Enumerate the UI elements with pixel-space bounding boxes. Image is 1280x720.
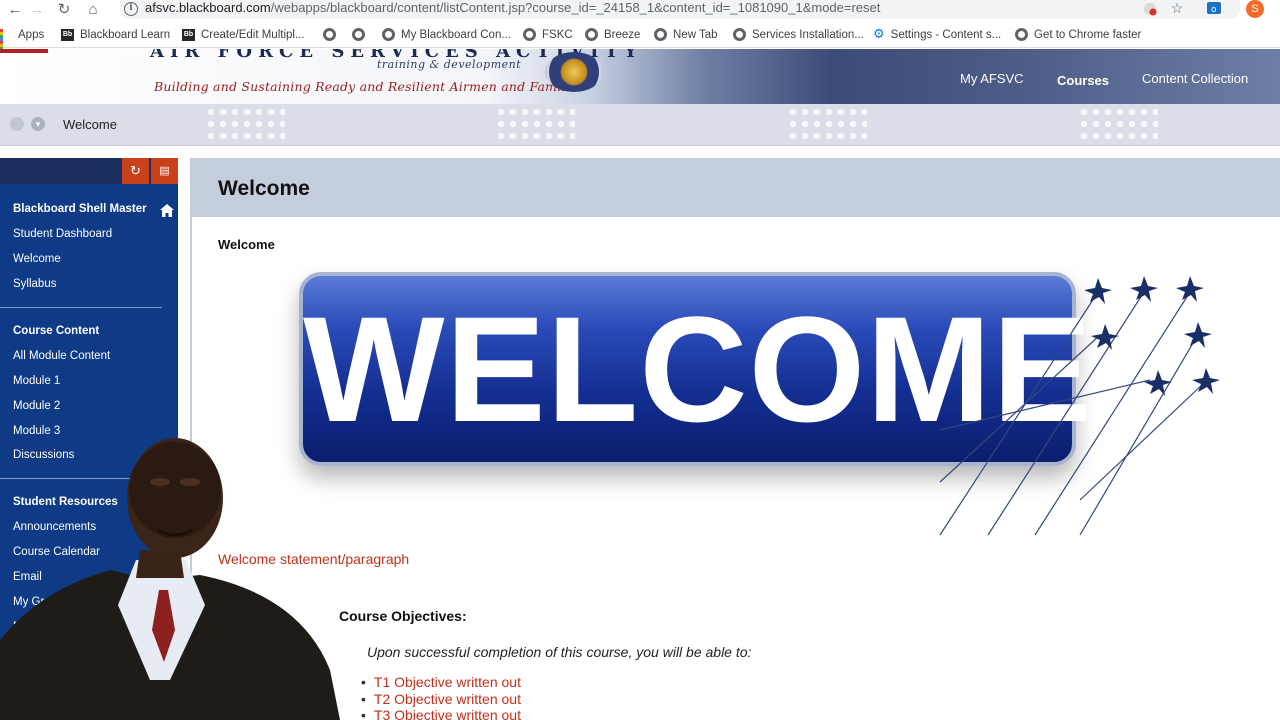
bookmark-create-edit[interactable]: Bb Create/Edit Multipl... — [182, 27, 305, 43]
menu-divider — [0, 307, 162, 308]
presenter-video-overlay — [0, 438, 340, 720]
menu-module-1[interactable]: Module 1 — [13, 375, 60, 387]
bookmark-star-icon[interactable]: ☆ — [1168, 0, 1186, 17]
bookmark-settings-content[interactable]: ⚙ Settings - Content s... — [873, 27, 1001, 43]
globe-icon — [654, 28, 667, 41]
bookmark-unnamed-2[interactable] — [352, 27, 371, 43]
address-row: ← → ↻ ⌂ i afsvc.blackboard.com/webapps/b… — [0, 0, 1280, 22]
site-banner: AIR FORCE SERVICES ACTIVITY training & d… — [0, 49, 1280, 104]
extension-icon[interactable] — [1142, 1, 1158, 17]
decorative-dots — [787, 106, 867, 142]
page-title: Welcome — [218, 177, 310, 200]
svg-text:o: o — [1211, 5, 1217, 15]
blackboard-icon: Bb — [61, 29, 74, 41]
objective-item: • T1 Objective written out — [361, 674, 521, 690]
apps-icon — [0, 29, 12, 56]
bookmarks-bar: Apps Bb Blackboard Learn Bb Create/Edit Mu… — [0, 22, 1280, 56]
page-header: Welcome — [192, 160, 1280, 217]
home-icon[interactable]: ⌂ — [84, 1, 102, 19]
address-bar[interactable]: i afsvc.blackboard.com/webapps/blackboar… — [120, 0, 1240, 19]
decorative-dots — [495, 106, 575, 142]
globe-icon — [1015, 28, 1028, 41]
fighter-jets-graphic — [939, 276, 1220, 536]
globe-icon — [733, 28, 746, 41]
bullet: • — [361, 674, 366, 690]
breadcrumb-current: Welcome — [63, 117, 117, 132]
bullet: • — [361, 691, 366, 707]
home-icon[interactable] — [160, 204, 174, 217]
course-menu-toolbar: ↻ ▤ — [0, 158, 178, 184]
banner-motto: Building and Sustaining Ready and Resili… — [154, 79, 585, 94]
bullet: • — [361, 707, 366, 720]
folder-view-icon[interactable]: ▤ — [151, 158, 178, 184]
back-arrow-icon[interactable]: ← — [6, 1, 24, 19]
gear-icon: ⚙ — [873, 26, 885, 41]
objectives-intro: Upon successful completion of this cours… — [367, 644, 752, 660]
chevron-down-icon[interactable]: ▾ — [31, 117, 45, 131]
reload-icon[interactable]: ↻ — [55, 1, 73, 19]
globe-icon — [352, 28, 365, 41]
menu-welcome[interactable]: Welcome — [13, 253, 61, 265]
bookmark-breeze[interactable]: Breeze — [585, 27, 640, 43]
nav-my-afsvc[interactable]: My AFSVC — [960, 71, 1024, 86]
bookmark-my-blackboard[interactable]: My Blackboard Con... — [382, 27, 511, 43]
bookmark-unnamed-1[interactable] — [323, 27, 342, 43]
decorative-dots — [205, 106, 285, 142]
menu-student-dashboard[interactable]: Student Dashboard — [13, 228, 112, 240]
bookmark-services-installation[interactable]: Services Installation... — [733, 27, 864, 43]
refresh-icon[interactable]: ↻ — [122, 158, 149, 184]
menu-all-module-content[interactable]: All Module Content — [13, 350, 110, 362]
blackboard-icon: Bb — [182, 29, 195, 41]
banner-subtitle: training & development — [377, 58, 522, 71]
banner-red-edge — [0, 49, 48, 53]
objectives-title: Course Objectives: — [339, 608, 467, 624]
globe-icon — [523, 28, 536, 41]
url-host: afsvc.blackboard.com — [145, 0, 271, 15]
globe-icon — [585, 28, 598, 41]
url-path: /webapps/blackboard/content/listContent.… — [270, 0, 881, 15]
menu-syllabus[interactable]: Syllabus — [13, 278, 56, 290]
site-info-icon[interactable]: i — [124, 2, 138, 16]
menu-toggle-icon[interactable] — [10, 117, 24, 131]
menu-module-2[interactable]: Module 2 — [13, 400, 60, 412]
profile-avatar[interactable]: S — [1246, 0, 1264, 18]
menu-header-course-content[interactable]: Course Content — [13, 325, 99, 337]
bookmark-fskc[interactable]: FSKC — [523, 27, 573, 43]
outlook-icon[interactable]: o — [1206, 0, 1222, 16]
bookmark-blackboard-learn[interactable]: Bb Blackboard Learn — [61, 27, 170, 43]
afsva-seal-logo — [545, 52, 603, 92]
objective-item: • T2 Objective written out — [361, 691, 521, 707]
decorative-dots — [1078, 106, 1158, 142]
bookmark-apps[interactable]: Apps — [0, 27, 44, 56]
forward-arrow-icon[interactable]: → — [28, 1, 46, 19]
breadcrumb-bar: ▾ Welcome — [0, 104, 1280, 146]
bookmark-chrome-faster[interactable]: Get to Chrome faster — [1015, 27, 1141, 43]
globe-icon — [323, 28, 336, 41]
course-title-link[interactable]: Blackboard Shell Master — [13, 203, 147, 215]
content-item-title: Welcome — [218, 237, 275, 252]
objective-item: • T3 Objective written out — [361, 707, 521, 720]
nav-courses[interactable]: Courses — [1057, 73, 1109, 88]
globe-icon — [382, 28, 395, 41]
url-text[interactable]: afsvc.blackboard.com/webapps/blackboard/… — [145, 0, 880, 16]
nav-content-collection[interactable]: Content Collection — [1142, 71, 1248, 86]
bookmark-new-tab[interactable]: New Tab — [654, 27, 718, 43]
